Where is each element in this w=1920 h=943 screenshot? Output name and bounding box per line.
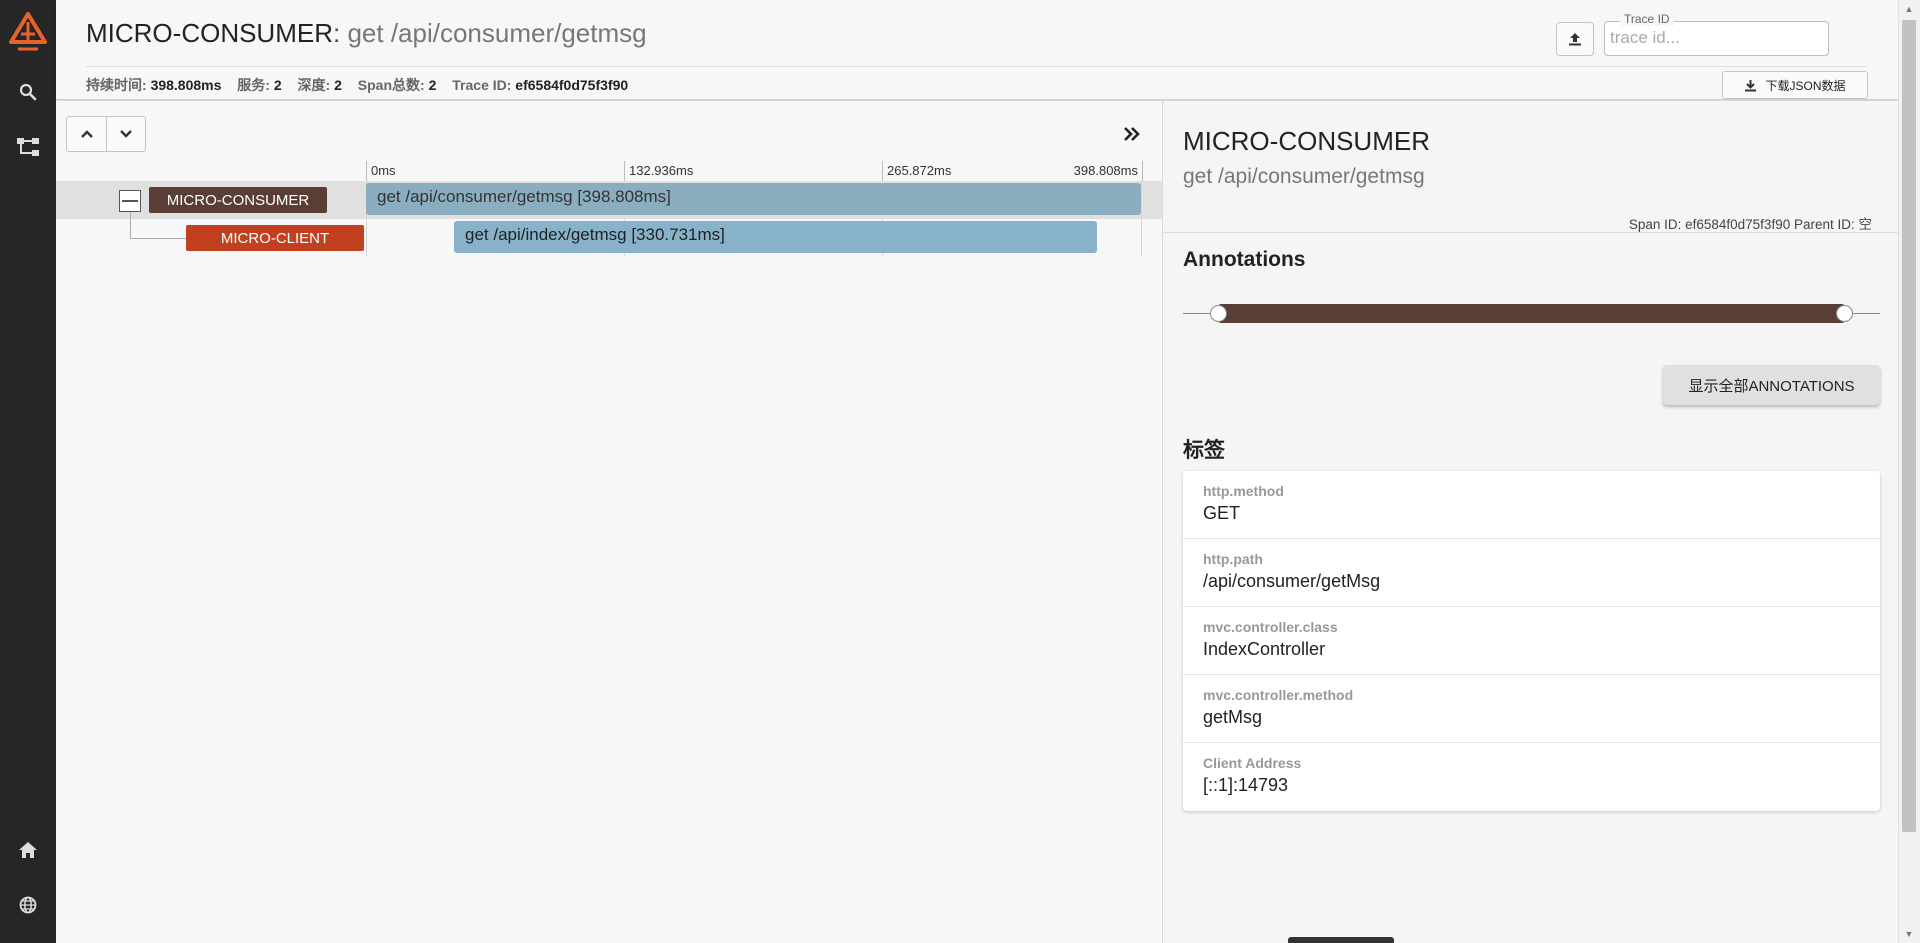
time-axis: 0ms 132.936ms 265.872ms 398.808ms bbox=[366, 161, 1143, 181]
span-detail-panel: MICRO-CONSUMER get /api/consumer/getmsg … bbox=[1162, 101, 1899, 943]
chevron-down-icon bbox=[120, 130, 132, 138]
span-bar[interactable]: get /api/index/getmsg [330.731ms] bbox=[454, 221, 1097, 253]
download-json-button[interactable]: 下载JSON数据 bbox=[1722, 71, 1868, 99]
detail-divider bbox=[1163, 232, 1899, 233]
service-badge-micro-client[interactable]: MICRO-CLIENT bbox=[186, 225, 364, 251]
stat-services-label: 服务: bbox=[237, 77, 270, 93]
scrollbar-thumb[interactable] bbox=[1902, 20, 1916, 832]
tag-key: mvc.controller.class bbox=[1203, 619, 1338, 635]
tag-row: mvc.controller.method getMsg bbox=[1183, 675, 1880, 743]
trace-id-label: Trace ID bbox=[1620, 12, 1674, 26]
tag-value: GET bbox=[1203, 503, 1241, 523]
scroll-down-arrow-icon[interactable]: ▼ bbox=[1898, 925, 1920, 943]
page-title: MICRO-CONSUMER: get /api/consumer/getmsg bbox=[86, 18, 647, 49]
stat-duration-label: 持续时间: bbox=[86, 77, 147, 93]
show-all-annotations-button[interactable]: 显示全部ANNOTATIONS bbox=[1663, 365, 1880, 405]
tick-label: 132.936ms bbox=[624, 161, 693, 181]
left-sidebar bbox=[0, 0, 56, 943]
tag-key: mvc.controller.method bbox=[1203, 687, 1354, 703]
tag-key: Client Address bbox=[1203, 755, 1302, 771]
toggle-detail-button[interactable] bbox=[1119, 121, 1145, 147]
stat-duration-value: 398.808ms bbox=[150, 77, 222, 93]
grid-line bbox=[1141, 181, 1142, 256]
home-icon[interactable] bbox=[0, 830, 56, 870]
download-json-label: 下载JSON数据 bbox=[1765, 78, 1846, 93]
trace-stats: 持续时间: 398.808ms 服务: 2 深度: 2 Span总数: 2 Tr… bbox=[86, 75, 640, 95]
tag-row: Client Address [::1]:14793 bbox=[1183, 743, 1880, 811]
span-ids: Span ID: ef6584f0d75f3f90 Parent ID: 空 bbox=[1628, 217, 1872, 232]
tag-value: /api/consumer/getMsg bbox=[1203, 571, 1381, 591]
title-operation: get /api/consumer/getmsg bbox=[347, 18, 647, 48]
dependency-graph-icon[interactable] bbox=[0, 127, 56, 167]
tree-connector bbox=[130, 212, 131, 239]
next-span-button[interactable] bbox=[106, 117, 145, 151]
collapse-toggle-button[interactable] bbox=[119, 190, 141, 212]
search-icon[interactable] bbox=[0, 72, 56, 112]
stat-traceid-value: ef6584f0d75f3f90 bbox=[515, 77, 629, 93]
stat-depth-value: 2 bbox=[334, 77, 342, 93]
upload-icon bbox=[1569, 33, 1581, 46]
chevron-up-icon bbox=[80, 130, 93, 138]
tags-list: http.method GET http.path /api/consumer/… bbox=[1183, 471, 1880, 811]
trace-header: MICRO-CONSUMER: get /api/consumer/getmsg… bbox=[56, 0, 1898, 100]
annotations-title: Annotations bbox=[1183, 248, 1306, 271]
span-nav-group bbox=[66, 116, 146, 152]
detail-service-name: MICRO-CONSUMER bbox=[1183, 126, 1430, 156]
title-service: MICRO-CONSUMER bbox=[86, 18, 333, 48]
tag-row: http.method GET bbox=[1183, 471, 1880, 539]
tag-value: [::1]:14793 bbox=[1203, 775, 1289, 795]
service-badge-micro-consumer[interactable]: MICRO-CONSUMER bbox=[149, 187, 327, 213]
tag-value: IndexController bbox=[1203, 639, 1326, 659]
tag-row: mvc.controller.class IndexController bbox=[1183, 607, 1880, 675]
zipkin-logo-icon[interactable] bbox=[0, 8, 56, 56]
annotation-start-handle[interactable] bbox=[1210, 305, 1227, 322]
upload-json-button[interactable] bbox=[1556, 22, 1594, 56]
bottom-tab-handle[interactable] bbox=[1288, 937, 1394, 943]
double-chevron-right-icon bbox=[1124, 127, 1140, 141]
stat-services-value: 2 bbox=[273, 77, 282, 93]
trace-timeline: 0ms 132.936ms 265.872ms 398.808ms MICRO-… bbox=[56, 101, 1162, 943]
scroll-up-arrow-icon[interactable]: ▲ bbox=[1898, 0, 1920, 18]
annotation-end-handle[interactable] bbox=[1836, 305, 1853, 322]
span-bar[interactable]: get /api/consumer/getmsg [398.808ms] bbox=[366, 183, 1141, 215]
tag-row: http.path /api/consumer/getMsg bbox=[1183, 539, 1880, 607]
stat-depth-label: 深度: bbox=[297, 77, 331, 93]
globe-icon[interactable] bbox=[0, 885, 56, 925]
stat-spans-label: Span总数: bbox=[357, 77, 425, 93]
tags-title: 标签 bbox=[1183, 439, 1225, 462]
tick-label: 398.808ms bbox=[1074, 161, 1143, 181]
tag-key: http.method bbox=[1203, 483, 1284, 499]
tick-label: 0ms bbox=[366, 161, 396, 181]
detail-operation-name: get /api/consumer/getmsg bbox=[1183, 165, 1425, 188]
header-divider bbox=[86, 66, 1866, 67]
stat-spans-value: 2 bbox=[428, 77, 437, 93]
tag-key: http.path bbox=[1203, 551, 1263, 567]
prev-span-button[interactable] bbox=[67, 117, 106, 151]
download-icon bbox=[1745, 79, 1757, 91]
tree-connector bbox=[130, 238, 186, 239]
tag-value: getMsg bbox=[1203, 707, 1263, 727]
trace-id-input[interactable] bbox=[1606, 24, 1821, 52]
tick-label: 265.872ms bbox=[882, 161, 951, 181]
stat-traceid-label: Trace ID: bbox=[452, 77, 512, 93]
title-separator: : bbox=[333, 18, 348, 48]
annotation-timeline-track bbox=[1218, 304, 1845, 323]
